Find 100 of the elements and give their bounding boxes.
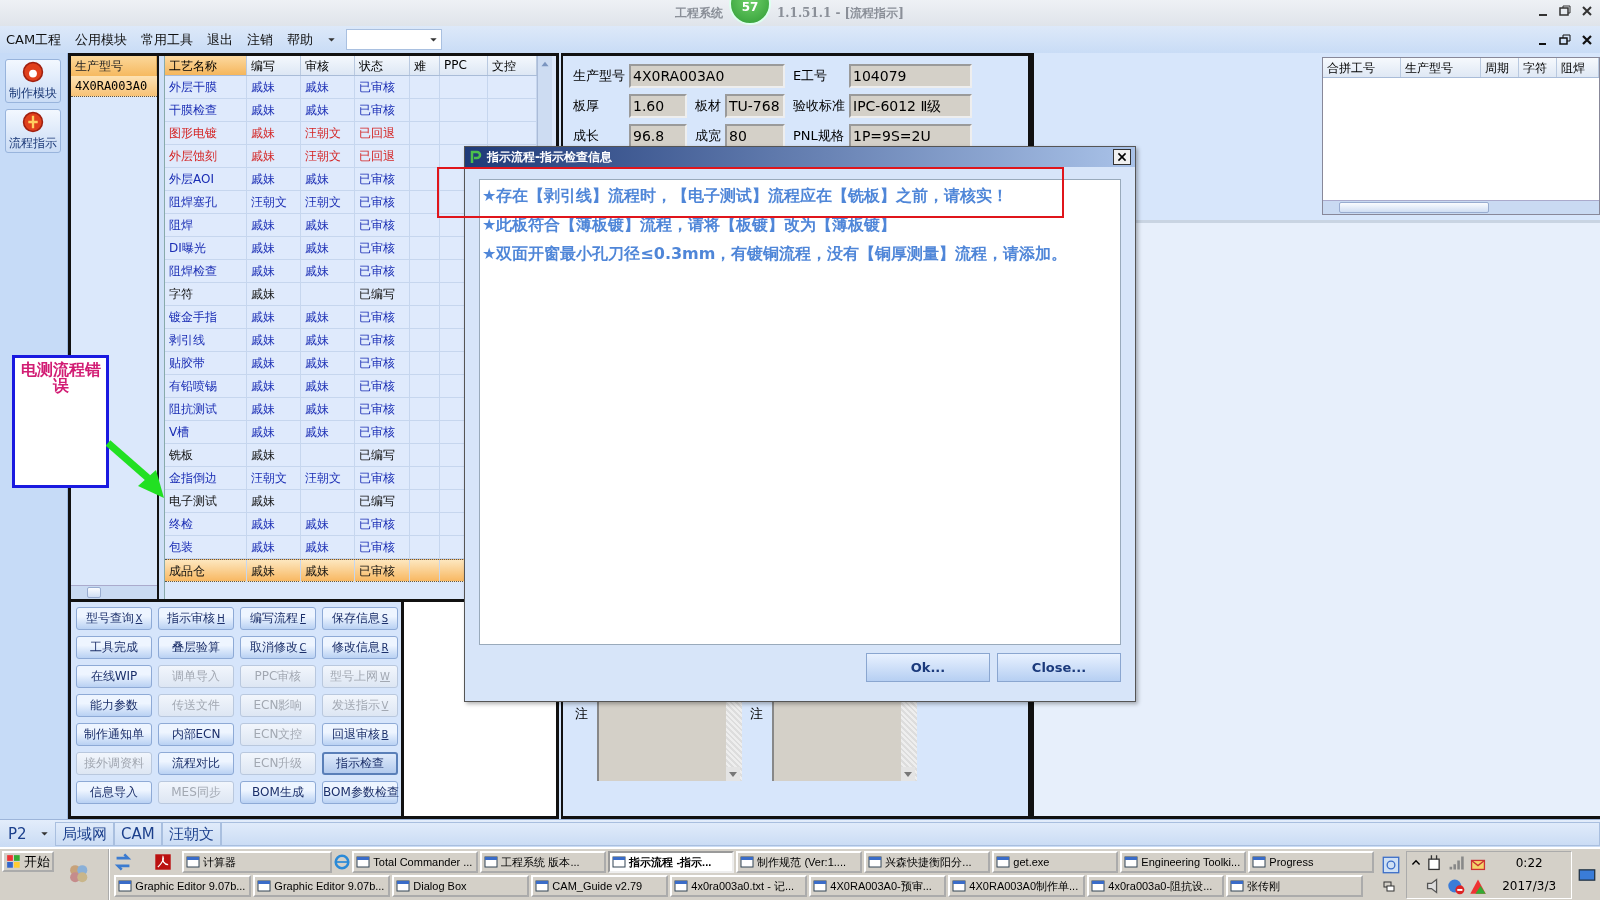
action-button[interactable]: 型号查询 X <box>76 607 152 630</box>
taskbar-button[interactable]: 工程系统 版本... <box>480 851 607 873</box>
taskbar-button[interactable]: 4X0RA003A0制作单... <box>948 875 1086 897</box>
table-row[interactable]: 图形电镀 戚妹 汪朝文 已回退 <box>165 122 537 145</box>
taskbar-button[interactable]: get.exe <box>992 851 1119 873</box>
pdf-icon[interactable] <box>154 853 173 871</box>
remark-field[interactable] <box>597 701 742 781</box>
field-label: 成宽 <box>695 127 721 145</box>
column-header[interactable]: 生产型号 <box>71 56 157 76</box>
taskbar-button[interactable]: 4x0ra003a0.txt - 记... <box>670 875 808 897</box>
taskbar-button[interactable]: Engineering Toolki... <box>1120 851 1247 873</box>
action-button[interactable]: 内部ECN <box>158 723 234 746</box>
taskbar-button[interactable]: Graphic Editor 9.07b... <box>253 875 391 897</box>
page-selector[interactable]: P2 <box>0 824 55 843</box>
dialog-button[interactable]: Close... <box>997 653 1121 682</box>
column-header[interactable]: 难 <box>410 56 440 75</box>
menu-item[interactable]: 退出 <box>207 30 234 49</box>
action-button[interactable]: 能力参数 <box>76 694 152 717</box>
text-field[interactable]: IPC-6012 Ⅱ级 <box>849 94 972 118</box>
text-field[interactable]: 104079 <box>849 64 972 88</box>
network-icon[interactable] <box>1447 877 1466 895</box>
up-arrow-icon <box>540 59 550 69</box>
list-row[interactable]: 4X0RA003A0 <box>71 76 157 97</box>
column-header[interactable]: PPC <box>440 56 488 75</box>
window-title: 1.1.51.1 - [流程指示] <box>777 4 904 22</box>
window-icon <box>1124 855 1139 869</box>
close-button[interactable] <box>1113 149 1131 165</box>
taskbar-button[interactable]: CAM_Guide v2.79 <box>531 875 669 897</box>
menu-item[interactable]: 公用模块 <box>75 30 128 49</box>
menu-item[interactable]: CAM工程 <box>6 30 62 49</box>
column-header[interactable]: 生产型号 <box>1401 58 1481 77</box>
clock-date[interactable]: 2017/3/3 <box>1502 879 1557 893</box>
action-button[interactable]: 叠层验算 <box>158 636 234 659</box>
module-button[interactable]: 流程指示 <box>5 109 61 153</box>
taskbar-button[interactable]: Total Commander ... <box>352 851 479 873</box>
taskbar-button[interactable]: 4x0ra003a0-阻抗设... <box>1087 875 1225 897</box>
action-button[interactable]: BOM生成 <box>240 781 316 804</box>
taskbar-button[interactable]: 制作规范 (Ver:1.... <box>736 851 863 873</box>
close-icon[interactable] <box>1580 33 1594 47</box>
action-button[interactable]: 编写流程 F <box>240 607 316 630</box>
q-square-icon[interactable] <box>1382 855 1401 874</box>
menu-item[interactable]: 常用工具 <box>141 30 194 49</box>
table-row[interactable]: 干膜检查 戚妹 戚妹 已审核 <box>165 99 537 122</box>
close-icon[interactable] <box>1580 4 1594 18</box>
action-button[interactable]: 工具完成 <box>76 636 152 659</box>
column-header[interactable]: 字符 <box>1519 58 1557 77</box>
taskbar-button[interactable]: 指示流程 -指示... <box>608 851 735 873</box>
field-label: 板厚 <box>573 97 600 115</box>
text-field[interactable]: 96.8 <box>629 124 687 148</box>
action-button[interactable]: 指示审核 H <box>158 607 234 630</box>
action-button[interactable]: 信息导入 <box>76 781 152 804</box>
window-icon <box>186 855 201 869</box>
restore-icon[interactable] <box>1558 33 1572 47</box>
menu-item[interactable]: 注销 <box>247 30 274 49</box>
column-header[interactable]: 状态 <box>355 56 410 75</box>
text-field[interactable]: 80 <box>725 124 785 148</box>
action-button[interactable]: BOM参数检查 <box>322 781 398 804</box>
column-header[interactable]: 编写 <box>247 56 301 75</box>
column-header[interactable]: 工艺名称 <box>165 56 247 75</box>
window-icon <box>1230 879 1245 893</box>
field-label: 生产型号 <box>573 67 625 85</box>
column-header[interactable]: 合拼工号 <box>1323 58 1401 77</box>
taskbar-button[interactable]: Graphic Editor 9.07b... <box>114 875 252 897</box>
text-field[interactable]: 4X0RA003A0 <box>629 64 785 88</box>
column-header[interactable]: 周期 <box>1481 58 1519 77</box>
taskbar-button[interactable]: 兴森快捷衡阳分... <box>864 851 991 873</box>
column-header[interactable]: 阻焊 <box>1557 58 1599 77</box>
window-icon <box>612 855 627 869</box>
start-button[interactable]: 开始 <box>2 851 54 872</box>
windows-icon[interactable] <box>1382 879 1397 894</box>
table-row[interactable]: 外层干膜 戚妹 戚妹 已审核 <box>165 76 537 99</box>
triangle-icon[interactable] <box>1469 877 1488 895</box>
action-button[interactable]: 回退审核 B <box>322 723 398 746</box>
taskbar-button[interactable]: 4X0RA003A0-预审... <box>809 875 947 897</box>
dialog-button[interactable]: Ok... <box>866 653 990 682</box>
taskbar-button[interactable]: 张传刚 <box>1226 875 1364 897</box>
menu-item[interactable]: 帮助 <box>287 30 314 49</box>
column-header[interactable]: 审核 <box>301 56 355 75</box>
status-item: CAM <box>114 821 162 846</box>
action-button[interactable]: 修改信息 R <box>322 636 398 659</box>
arrows-icon[interactable] <box>114 853 133 871</box>
action-button[interactable]: 流程对比 <box>158 752 234 775</box>
text-field[interactable]: 1P=9S=2U <box>849 124 972 148</box>
module-button[interactable]: 制作模块 <box>5 59 61 103</box>
text-field[interactable]: TU-768 <box>725 94 785 118</box>
dropdown-field[interactable] <box>346 29 443 50</box>
horizontal-scrollbar[interactable] <box>1323 200 1599 214</box>
restore-icon[interactable] <box>1558 4 1572 18</box>
remark-field[interactable] <box>772 701 917 781</box>
action-button[interactable]: 取消修改 C <box>240 636 316 659</box>
clock-time[interactable]: 0:22 <box>1515 856 1543 870</box>
action-button[interactable]: 保存信息 S <box>322 607 398 630</box>
horizontal-scrollbar[interactable] <box>71 585 157 599</box>
action-button[interactable]: 指示检查 <box>322 752 398 775</box>
action-button[interactable]: 在线WIP <box>76 665 152 688</box>
taskbar-button[interactable]: 计算器 <box>182 851 333 873</box>
action-button[interactable]: 制作通知单 <box>76 723 152 746</box>
taskbar-button[interactable]: Progress <box>1248 851 1375 873</box>
taskbar-button[interactable]: Dialog Box <box>392 875 530 897</box>
text-field[interactable]: 1.60 <box>629 94 687 118</box>
